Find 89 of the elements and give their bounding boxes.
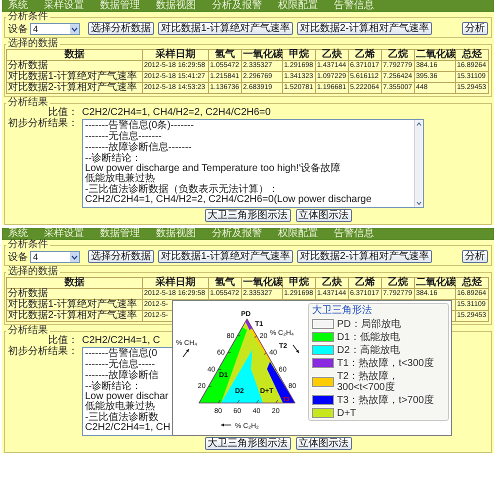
panel-title: 分析条件 [7,12,49,22]
result-text-area[interactable] [82,119,424,208]
column-header: 数据 [6,278,142,288]
action-button[interactable]: 对比数据2-计算相对产气速率 [296,22,432,35]
device-select[interactable]: 4 [30,250,80,262]
axis-arrow [182,348,190,357]
scroll-up-icon [415,120,423,128]
column-header: 采样日期 [142,278,208,288]
menu-item[interactable]: 数据视图 [156,0,196,12]
action-button[interactable]: 选择分析数据 [88,250,154,263]
column-header: 乙炔 [316,50,348,60]
result-label: 初步分析结果： [8,119,78,129]
column-header: 二氧化碳 [414,278,456,288]
action-button[interactable]: 大卫三角形图示法 [204,437,290,450]
column-header: 总烃 [456,278,488,288]
text-line: -------故障诊断信息------- [85,143,192,153]
column-header: 一氧化碳 [242,278,282,288]
menu-item[interactable]: 数据管理 [100,228,140,240]
column-header: 乙烷 [382,50,414,60]
panel-title: 分析结果 [7,98,48,108]
text-line: C2H2/C2H4=1, CH [85,423,170,433]
device-select[interactable]: 4 [30,22,80,34]
legend-label: D1：低能放电 [337,332,400,342]
legend-label: T2：热故障，300<t<700度 [337,370,400,392]
axis-arrow [292,344,300,353]
column-header: 一氧化碳 [242,50,282,60]
column-header: 数据 [6,50,142,60]
text-line: -------告警信息(0条)------- [85,121,194,131]
menu-item[interactable]: 数据视图 [156,228,196,240]
ratio-value: C2H2/C2H4=1, CH4/H2=2, C2H4/C2H6=0 [82,108,271,118]
scroll-down-icon [415,199,423,207]
column-header: 甲烷 [282,50,316,60]
column-header: 乙烯 [348,50,382,60]
text-line: --诊断结论： [85,154,142,164]
column-header: 氢气 [208,50,242,60]
column-header: 总烃 [456,50,488,60]
legend-label: D2：高能放电 [337,344,400,356]
table-cell: 对比数据2-计算相对产气速率 [6,310,142,322]
panel-title: 分析结果 [7,326,48,336]
menu-item[interactable]: 数据管理 [100,0,140,12]
action-button[interactable]: 大卫三角形图示法 [204,209,290,222]
text-line: -------无信息----- [85,360,155,370]
text-line: -三比值法诊断数据（负数表示无法计算）： [85,185,278,195]
text-line: -------故障诊断信 [85,371,158,381]
ratio-label: 比值： [48,108,78,118]
column-header: 甲烷 [282,278,316,288]
action-button[interactable]: 分析 [462,250,488,263]
device-label: 设备 [8,250,28,264]
scrollbar[interactable] [414,120,423,207]
text-line: Low power dischar [85,392,168,402]
action-button[interactable]: 选择分析数据 [88,22,154,35]
device-label: 设备 [8,22,28,36]
table-cell: 对比数据1-计算绝对产气速率 [6,300,142,310]
axis-arrow [220,423,232,426]
text-line: Low power discharge and Temperature too high!'设备故障 [85,164,341,174]
action-button[interactable]: 立体图示法 [296,437,352,450]
table-cell: 对比数据2-计算相对产气速率 [6,82,142,94]
table-cell: 对比数据1-计算绝对产气速率 [6,72,142,82]
panel-title: 选择的数据 [7,267,59,277]
action-button[interactable]: 对比数据2-计算相对产气速率 [296,250,432,263]
action-button[interactable]: 立体图示法 [296,209,352,222]
legend-label: D+T [337,408,356,418]
column-header: 乙烷 [382,278,414,288]
action-button[interactable]: 对比数据1-计算绝对产气速率 [158,22,293,35]
legend-label: T1：热故障，t<300度 [337,358,434,368]
action-button[interactable]: 分析 [462,22,488,35]
text-line: 低能放电兼过热 [85,174,155,184]
legend-title: 大卫三角形法 [312,304,373,316]
action-button[interactable]: 对比数据1-计算绝对产气速率 [158,250,293,263]
column-header: 乙炔 [316,278,348,288]
column-header: 采样日期 [142,50,208,60]
column-header: 氢气 [208,278,242,288]
legend-label: T3：热故障，t>700度 [337,394,434,406]
column-header: 乙烯 [348,278,382,288]
panel-title: 分析条件 [7,240,49,250]
table-cell: 分析数据 [6,60,142,72]
text-line: -三比值法诊断数 [85,413,158,423]
legend-label: PD：局部放电 [337,318,401,330]
text-line: -------无信息------- [85,132,162,142]
text-line: C2H2/C2H4=1, CH4/H2=2, C2H4/C2H6=0(Low power discharge [85,195,372,205]
panel-title: 选择的数据 [7,39,59,49]
ratio-value: C2H2/C2H4=1, C [82,336,160,346]
text-line: --诊断结论： [85,382,142,392]
ratio-label: 比值： [48,336,78,346]
result-label: 初步分析结果： [8,347,78,357]
text-line: -------告警信息(0 [85,349,158,359]
text-line: 低能放电兼过热 [85,402,155,412]
table-cell: 分析数据 [6,288,142,300]
column-header: 二氧化碳 [414,50,456,60]
